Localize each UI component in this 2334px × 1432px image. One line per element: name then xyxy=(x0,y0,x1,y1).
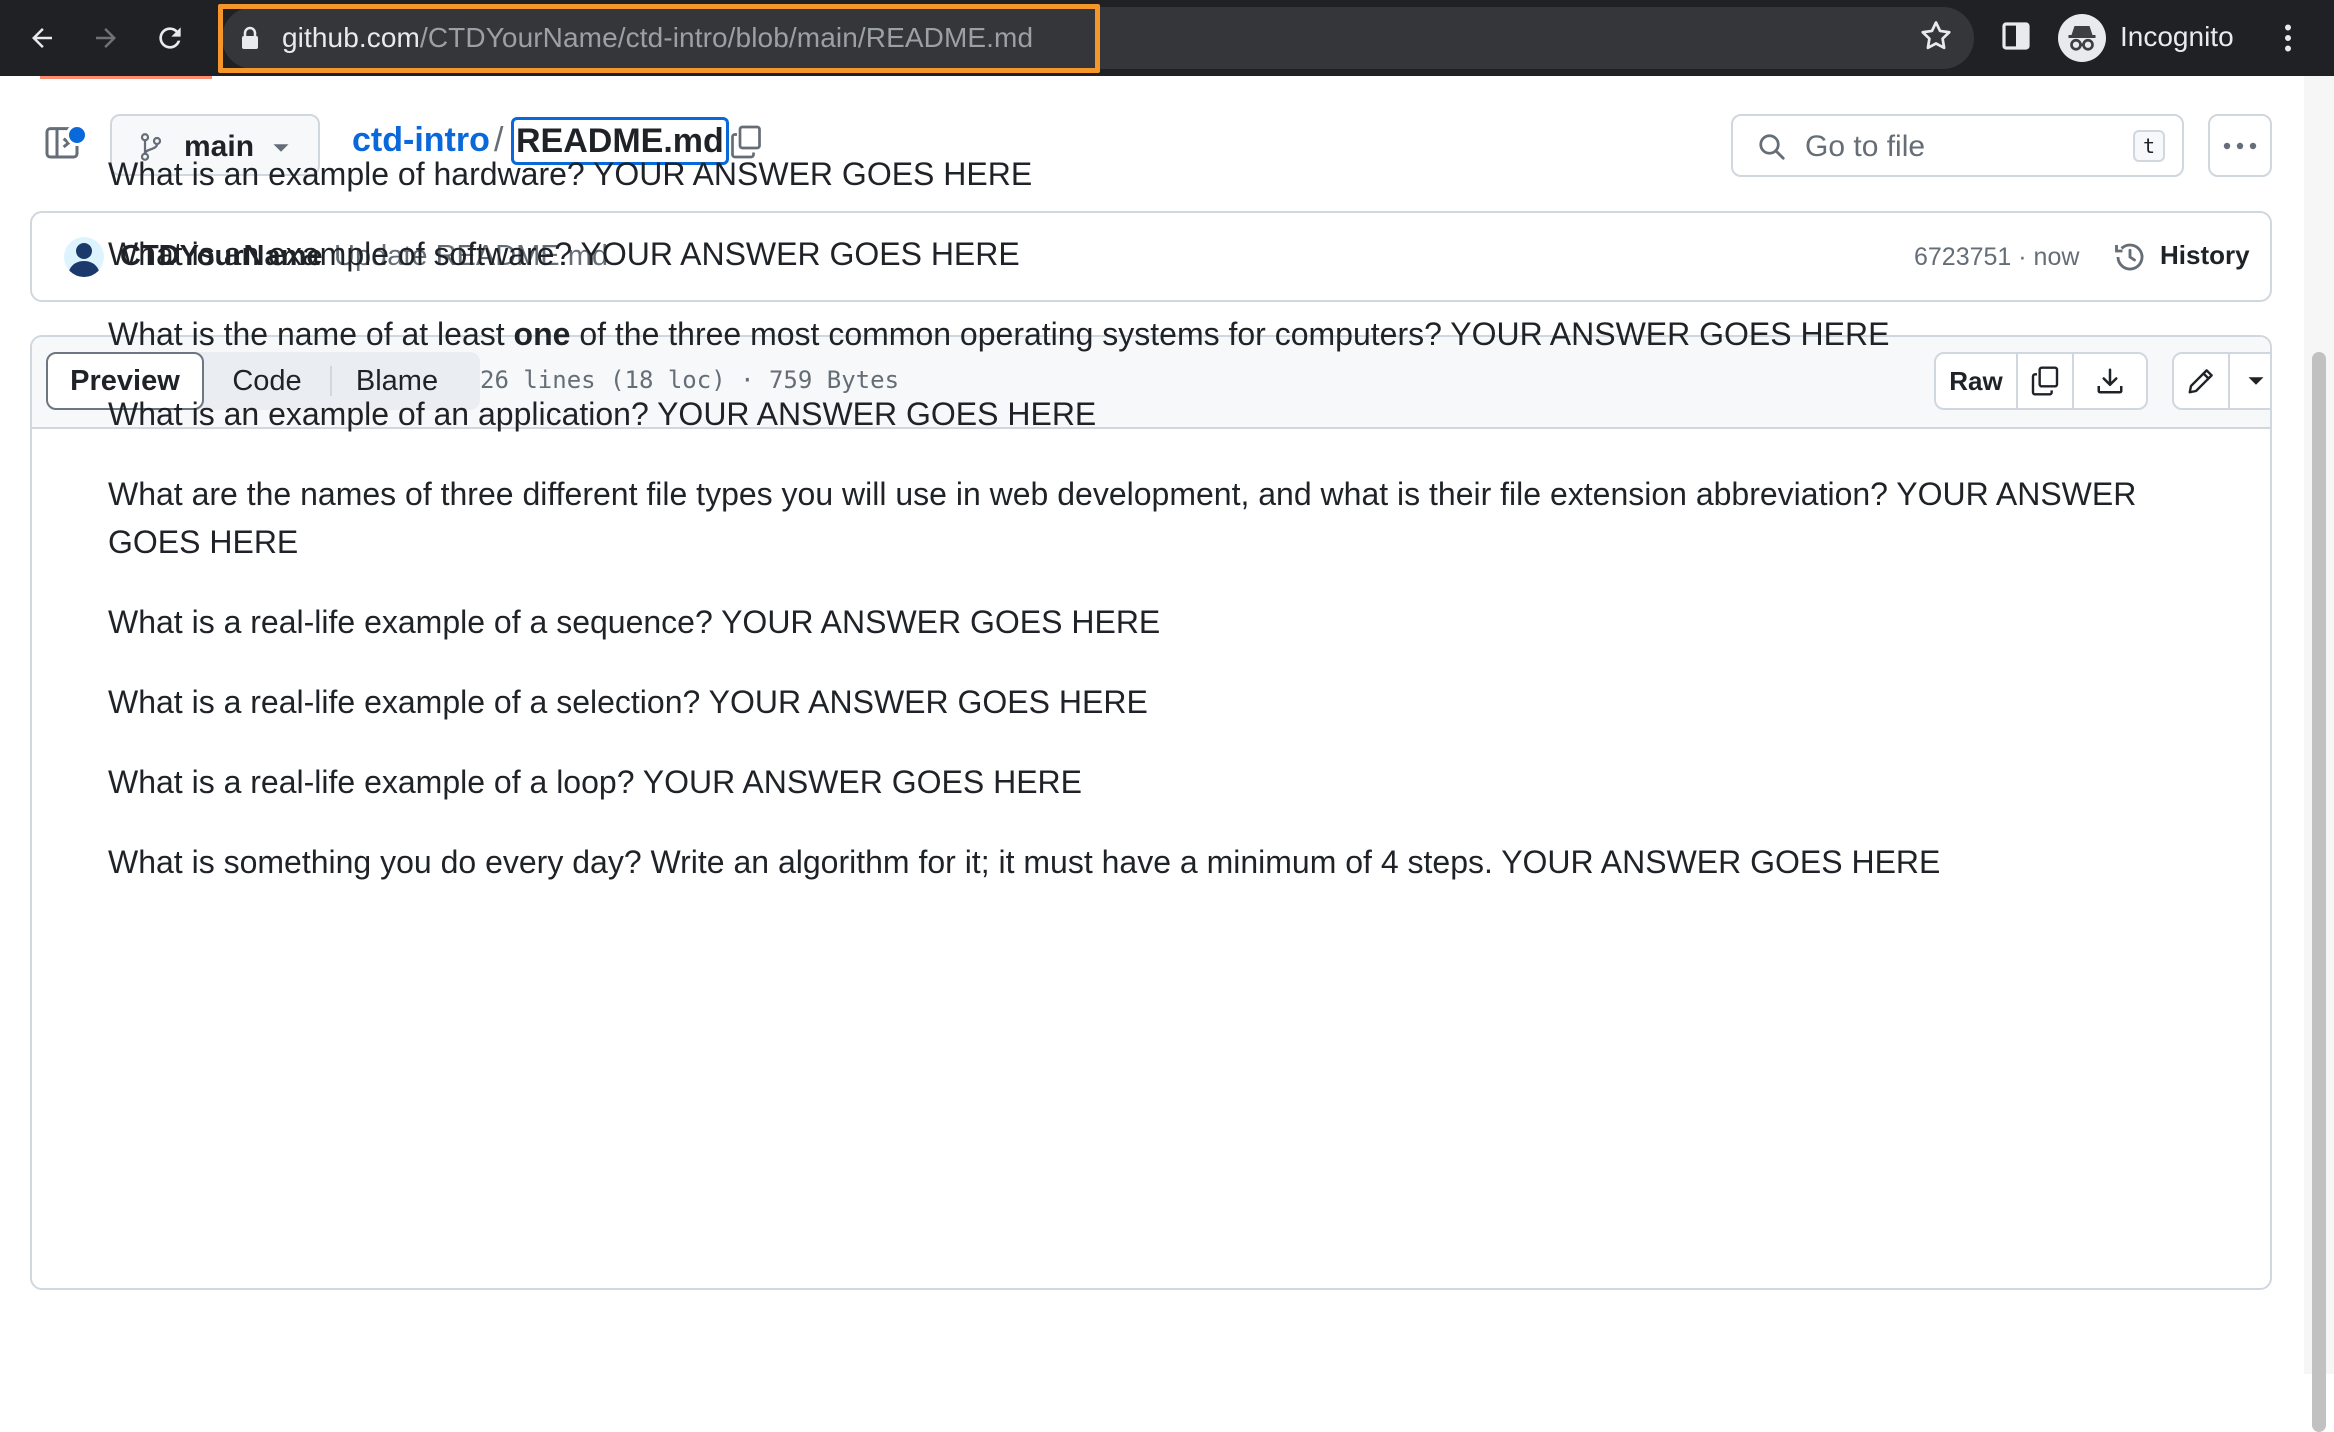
incognito-icon xyxy=(2068,26,2096,51)
url-path: /CTDYourName/ctd-intro/blob/main/README.… xyxy=(419,22,1034,53)
chevron-down-icon xyxy=(2248,377,2264,385)
reload-icon xyxy=(159,27,181,49)
readme-paragraph: What is an example of an application? YO… xyxy=(108,396,1097,432)
more-options-button[interactable] xyxy=(2208,114,2272,177)
readme-paragraph: What is a real-life example of a selecti… xyxy=(108,684,1148,720)
readme-paragraph: What is the name of at least one of the … xyxy=(108,310,2158,358)
edit-actions-group xyxy=(2172,352,2270,410)
scrollbar-thumb[interactable] xyxy=(2312,352,2326,1432)
readme-text: What is the name of at least xyxy=(108,316,514,352)
incognito-avatar[interactable] xyxy=(2058,14,2106,62)
readme-paragraph: What is an example of hardware? YOUR ANS… xyxy=(108,156,1033,192)
pencil-icon xyxy=(2188,369,2213,394)
page-scrollbar[interactable] xyxy=(2304,76,2334,1432)
readme-text: of the three most common operating syste… xyxy=(570,316,1890,352)
browser-menu-icon[interactable] xyxy=(2280,20,2296,56)
browser-toolbar: github.com/CTDYourName/ctd-intro/blob/ma… xyxy=(0,0,2334,76)
user-avatar-icon xyxy=(68,243,100,277)
nav-underline xyxy=(40,76,212,79)
bookmark-star-icon[interactable] xyxy=(1918,18,1954,54)
incognito-label[interactable]: Incognito xyxy=(2120,21,2234,53)
notification-dot xyxy=(66,124,88,146)
author-avatar[interactable] xyxy=(64,237,104,277)
readme-paragraph: What are the names of three different fi… xyxy=(108,476,2137,560)
forward-arrow-icon xyxy=(96,28,116,48)
back-arrow-icon xyxy=(32,28,52,48)
kebab-horizontal-icon xyxy=(2223,142,2257,149)
url-domain: github.com xyxy=(282,22,420,53)
lock-icon[interactable] xyxy=(240,26,260,50)
readme-paragraph: What is something you do every day? Writ… xyxy=(108,844,1941,880)
forward-button[interactable] xyxy=(82,14,130,62)
edit-file-button[interactable] xyxy=(2174,354,2230,408)
url-text[interactable]: github.com/CTDYourName/ctd-intro/blob/ma… xyxy=(282,19,1033,57)
side-panel-icon[interactable] xyxy=(2000,20,2032,52)
back-button[interactable] xyxy=(18,14,66,62)
readme-paragraph: What is a real-life example of a loop? Y… xyxy=(108,764,1082,800)
reload-button[interactable] xyxy=(146,14,194,62)
readme-paragraph: What is a real-life example of a sequenc… xyxy=(108,604,1161,640)
readme-content: What is an example of hardware? YOUR ANS… xyxy=(108,150,2158,918)
readme-bold-text: one xyxy=(513,316,571,352)
readme-paragraph: What is an example of software? YOUR ANS… xyxy=(108,236,1020,272)
history-link[interactable]: History xyxy=(2160,240,2250,271)
edit-options-dropdown[interactable] xyxy=(2230,354,2270,408)
